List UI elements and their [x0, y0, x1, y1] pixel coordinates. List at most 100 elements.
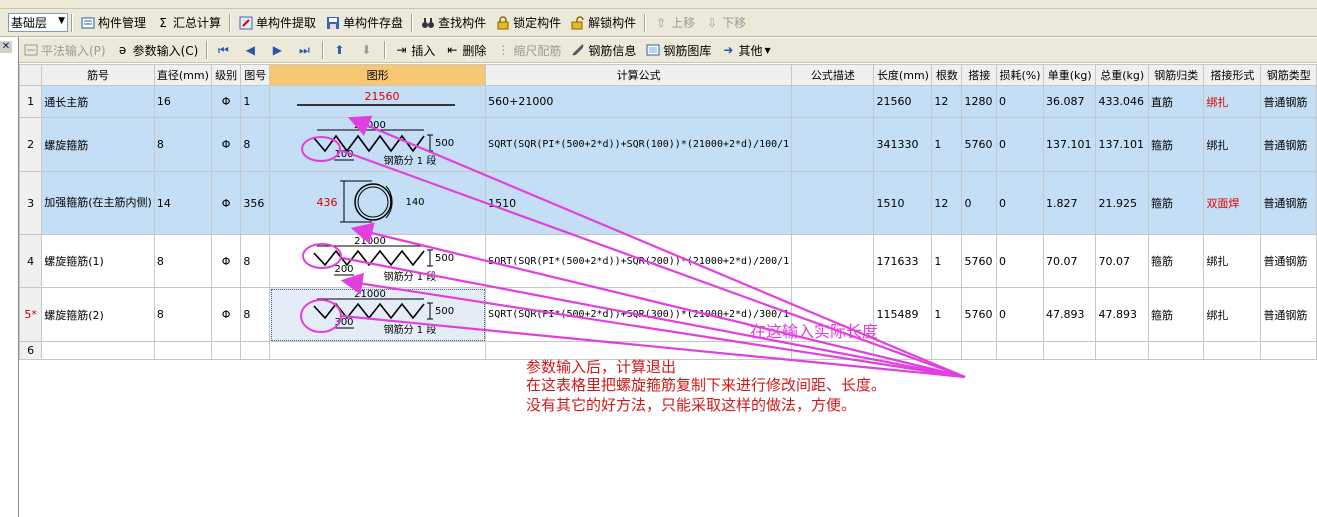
col-header-unit-weight[interactable]: 单重(kg) [1042, 64, 1097, 86]
summary-calc-button[interactable]: Σ 汇总计算 [151, 12, 226, 34]
find-component-button[interactable]: 查找构件 [416, 12, 491, 34]
cell-rebar-type[interactable]: 普通钢筋 [1260, 234, 1317, 288]
col-header-length[interactable]: 长度(mm) [873, 64, 933, 86]
col-header-bar-no[interactable]: 筋号 [41, 64, 155, 86]
cell-total-weight[interactable]: 21.925 [1095, 171, 1149, 235]
cell-lap[interactable] [961, 341, 998, 360]
cell-shape[interactable]: 21000 500 200 钢筋分 1 段 [269, 234, 487, 288]
cell-count[interactable]: 1 [931, 287, 963, 342]
next-record-button[interactable]: ▶ [265, 39, 292, 61]
cell-grade[interactable]: Φ [210, 85, 242, 118]
cell-total-weight[interactable]: 47.893 [1095, 287, 1149, 342]
table-row[interactable]: 2 螺旋箍筋 8 Φ 8 21000 500 100 钢筋分 1 段 SQRT(… [18, 117, 1317, 172]
component-manager-button[interactable]: 构件管理 [76, 12, 151, 34]
cell-diameter[interactable]: 14 [153, 171, 212, 235]
col-header-formula-desc[interactable]: 公式描述 [791, 64, 875, 86]
cell-rebar-type[interactable] [1260, 341, 1317, 360]
cell-unit-weight[interactable]: 47.893 [1042, 287, 1097, 342]
row-down-button[interactable]: ⬇ [354, 39, 381, 61]
cell-category[interactable]: 箍筋 [1147, 171, 1205, 235]
prev-record-button[interactable]: ◀ [238, 39, 265, 61]
cell-bar-name[interactable]: 通长主筋 [41, 85, 155, 118]
col-header-lap-form[interactable]: 搭接形式 [1203, 64, 1262, 86]
cell-grade[interactable]: Φ [210, 234, 242, 288]
cell-fig-no[interactable]: 8 [240, 117, 271, 172]
row-number[interactable]: 5* [18, 287, 43, 342]
delete-button[interactable]: ⇤ 删除 [440, 39, 491, 61]
col-header-diameter[interactable]: 直径(mm) [153, 64, 212, 86]
cell-formula[interactable]: 1510 [485, 171, 793, 235]
other-menu-button[interactable]: ➜ 其他 ▼ [716, 39, 775, 61]
last-record-button[interactable]: ⏭ [292, 39, 319, 61]
cell-fig-no[interactable] [240, 341, 271, 360]
move-up-button[interactable]: ⇧ 上移 [649, 12, 700, 34]
cell-loss[interactable]: 0 [996, 287, 1044, 342]
col-header-grade[interactable]: 级别 [210, 64, 242, 86]
col-header-total-weight[interactable]: 总重(kg) [1095, 64, 1149, 86]
cell-loss[interactable]: 0 [996, 117, 1044, 172]
cell-lap[interactable]: 5760 [961, 234, 998, 288]
cell-lap-form[interactable] [1203, 341, 1262, 360]
cell-lap-form[interactable]: 绑扎 [1203, 85, 1262, 118]
cell-rebar-type[interactable]: 普通钢筋 [1260, 85, 1317, 118]
table-row[interactable]: 4 螺旋箍筋(1) 8 Φ 8 21000 500 200 钢筋分 1 段 SQ… [18, 234, 1317, 288]
table-row[interactable]: 6 [18, 341, 1317, 360]
cell-loss[interactable]: 0 [996, 234, 1044, 288]
table-row[interactable]: 3 加强箍筋(在主筋内侧) 14 Φ 356 436 140 1510 1510… [18, 171, 1317, 235]
cell-length[interactable] [873, 341, 933, 360]
cell-grade[interactable]: Φ [210, 117, 242, 172]
cell-shape[interactable] [269, 341, 487, 360]
cell-category[interactable]: 直筋 [1147, 85, 1205, 118]
cell-count[interactable]: 12 [931, 171, 963, 235]
cell-count[interactable]: 1 [931, 117, 963, 172]
row-number[interactable]: 3 [18, 171, 43, 235]
col-header-lap[interactable]: 搭接 [961, 64, 998, 86]
cell-formula-desc[interactable] [791, 171, 875, 235]
cell-count[interactable]: 12 [931, 85, 963, 118]
cell-category[interactable] [1147, 341, 1205, 360]
cell-shape-selected[interactable]: 21000 500 300 钢筋分 1 段 [269, 287, 487, 342]
cell-grade[interactable]: Φ [210, 171, 242, 235]
cell-rebar-type[interactable]: 普通钢筋 [1260, 287, 1317, 342]
cell-lap-form[interactable]: 双面焊 [1203, 171, 1262, 235]
cell-loss[interactable]: 0 [996, 171, 1044, 235]
row-up-button[interactable]: ⬆ [327, 39, 354, 61]
move-down-button[interactable]: ⇩ 下移 [700, 12, 751, 34]
cell-lap-form[interactable]: 绑扎 [1203, 287, 1262, 342]
cell-lap-form[interactable]: 绑扎 [1203, 234, 1262, 288]
cell-unit-weight[interactable]: 70.07 [1042, 234, 1097, 288]
cell-length[interactable]: 1510 [873, 171, 933, 235]
cell-formula[interactable]: SQRT(SQR(PI*(500+2*d))+SQR(300))*(21000+… [485, 287, 793, 342]
table-row[interactable]: 1 通长主筋 16 Φ 1 21560 560+21000 21560 12 1… [18, 85, 1317, 118]
cell-lap[interactable]: 1280 [961, 85, 998, 118]
chevron-down-icon[interactable]: ▼ [58, 16, 65, 26]
cell-formula-desc[interactable] [791, 341, 875, 360]
rebar-info-button[interactable]: 钢筋信息 [566, 39, 641, 61]
cell-fig-no[interactable]: 356 [240, 171, 271, 235]
rebar-library-button[interactable]: 钢筋图库 [641, 39, 716, 61]
cell-diameter[interactable]: 16 [153, 85, 212, 118]
cell-total-weight[interactable] [1095, 341, 1149, 360]
cell-bar-name[interactable]: 螺旋箍筋(2) [41, 287, 155, 342]
floor-select[interactable]: 基础层 ▼ [8, 13, 68, 32]
cell-formula[interactable]: SQRT(SQR(PI*(500+2*d))+SQR(200))*(21000+… [485, 234, 793, 288]
col-header-fig-no[interactable]: 图号 [240, 64, 271, 86]
cell-bar-name[interactable]: 加强箍筋(在主筋内侧) [41, 171, 155, 235]
cell-unit-weight[interactable]: 36.087 [1042, 85, 1097, 118]
cell-category[interactable]: 箍筋 [1147, 117, 1205, 172]
cell-rebar-type[interactable]: 普通钢筋 [1260, 171, 1317, 235]
flat-input-button[interactable]: 平法输入(P) [19, 39, 111, 61]
cell-length[interactable]: 115489 [873, 287, 933, 342]
cell-grade[interactable] [210, 341, 242, 360]
cell-fig-no[interactable]: 1 [240, 85, 271, 118]
cell-formula-desc[interactable] [791, 85, 875, 118]
cell-formula[interactable]: 560+21000 [485, 85, 793, 118]
cell-unit-weight[interactable]: 1.827 [1042, 171, 1097, 235]
cell-shape[interactable]: 21000 500 100 钢筋分 1 段 [269, 117, 487, 172]
row-number[interactable]: 6 [18, 341, 43, 360]
col-header-loss[interactable]: 损耗(%) [996, 64, 1044, 86]
col-header-rebar-type[interactable]: 钢筋类型 [1260, 64, 1317, 86]
row-number[interactable]: 2 [18, 117, 43, 172]
cell-count[interactable] [931, 341, 963, 360]
col-header-category[interactable]: 钢筋归类 [1147, 64, 1205, 86]
